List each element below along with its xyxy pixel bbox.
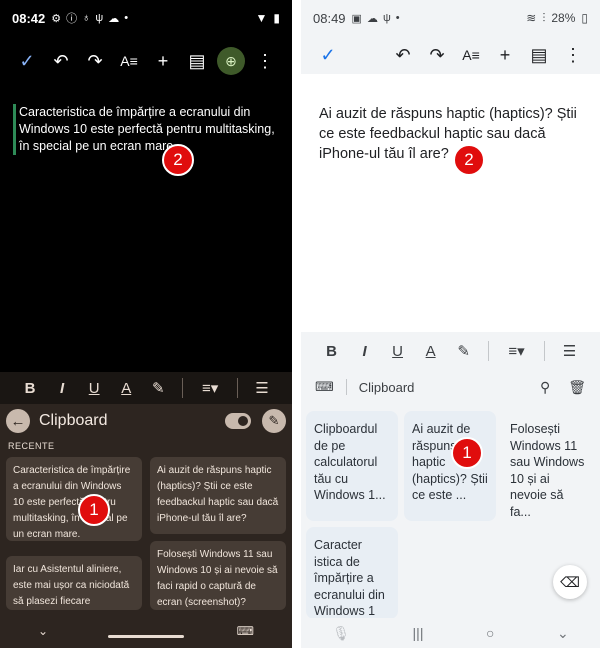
italic-button[interactable]: I xyxy=(348,343,381,360)
bulb-icon: ♁ xyxy=(82,12,91,24)
delete-icon[interactable]: 🗑 xyxy=(568,379,586,396)
done-check-icon[interactable]: ✓ xyxy=(311,38,345,72)
text-format-icon[interactable]: A≡ xyxy=(454,38,488,72)
callout-badge-2: 2 xyxy=(453,144,485,176)
comment-icon[interactable]: ▤ xyxy=(180,44,214,78)
align-dropdown[interactable]: ≡▾ xyxy=(497,342,536,360)
info-icon: ⓘ xyxy=(66,13,78,25)
document-body[interactable]: Caracteristica de împărțire a ecranului … xyxy=(0,104,292,155)
document-body[interactable]: Ai auzit de răspuns haptic (haptics)? Șt… xyxy=(301,104,600,164)
editor-toolbar: ✓ ↶ ↷ A≡ + ▤ ⋮ xyxy=(301,36,600,74)
home-icon[interactable]: ○ xyxy=(486,625,494,641)
clipboard-item[interactable]: Ai auzit de răspuns haptic (haptics)? Șt… xyxy=(150,457,286,534)
clipboard-title: Clipboard xyxy=(358,379,415,395)
home-indicator[interactable] xyxy=(108,635,184,638)
more-options-icon[interactable]: ⋮ xyxy=(248,44,282,78)
status-bar: 08:49 ▣ ☁ ψ • ≋ ⫶ 28% ▯ xyxy=(301,0,600,36)
keyboard-icon[interactable]: ⌨ xyxy=(237,624,254,638)
clipboard-header: ⌨ Clipboard ⚲ 🗑 xyxy=(301,372,600,402)
callout-badge-2: 2 xyxy=(162,144,194,176)
callout-badge-1: 1 xyxy=(451,437,483,469)
battery-icon: ▮ xyxy=(273,11,280,25)
clipboard-item[interactable]: Caracter istica de împărțire a ecranului… xyxy=(306,527,398,619)
redo-icon[interactable]: ↷ xyxy=(78,44,112,78)
underline-button[interactable]: U xyxy=(78,380,110,397)
list-icon[interactable]: ☰ xyxy=(553,342,586,360)
list-icon[interactable]: ☰ xyxy=(246,379,278,397)
back-chevron-icon[interactable]: ⌄ xyxy=(557,625,569,642)
clipboard-toggle[interactable] xyxy=(225,413,251,429)
text-format-icon[interactable]: A≡ xyxy=(112,44,146,78)
status-time: 08:42 xyxy=(12,10,46,26)
battery-percent: 28% xyxy=(551,11,576,25)
highlight-icon[interactable]: ✎ xyxy=(142,379,174,397)
clipboard-title: Clipboard xyxy=(39,412,108,429)
format-bar: B I U A ✎ ≡▾ ☰ xyxy=(0,372,292,404)
pin-icon[interactable]: ⚲ xyxy=(540,379,550,396)
cloud-icon: ☁ xyxy=(108,12,120,25)
recent-section-label: RECENTE xyxy=(8,441,55,451)
edit-pencil-icon[interactable]: ✎ xyxy=(262,409,286,433)
italic-button[interactable]: I xyxy=(46,380,78,397)
battery-icon: ▯ xyxy=(581,11,588,25)
gallery-icon: ▣ xyxy=(351,12,362,25)
status-time: 08:49 xyxy=(313,10,346,26)
document-text: Ai auzit de răspuns haptic (haptics)? Șt… xyxy=(319,106,577,162)
done-check-icon[interactable]: ✓ xyxy=(10,44,44,78)
wifi-icon: ▼ xyxy=(255,11,268,25)
divider xyxy=(292,0,301,648)
settings-icon: ⚙ xyxy=(51,12,62,25)
keyboard-icon[interactable]: ⌨ xyxy=(315,379,334,395)
microphone-icon[interactable]: 🎙 xyxy=(332,625,350,642)
clipboard-header: ← Clipboard ✎ xyxy=(0,404,292,438)
status-icons: ⚙ ⓘ ♁ ψ ☁ • xyxy=(51,10,128,26)
usb-icon: ψ xyxy=(95,12,104,24)
nav-bar: ⌄ ⌨ xyxy=(0,614,292,648)
more-options-icon[interactable]: ⋮ xyxy=(556,38,590,72)
cloud-icon: ☁ xyxy=(366,12,378,25)
add-person-icon[interactable]: ⊕ xyxy=(214,44,248,78)
text-color-button[interactable]: A xyxy=(414,343,447,360)
clipboard-item[interactable]: Iar cu Asistentul aliniere, este mai ușo… xyxy=(6,556,142,610)
undo-icon[interactable]: ↶ xyxy=(44,44,78,78)
wifi-icon: ≋ xyxy=(526,11,537,25)
undo-icon[interactable]: ↶ xyxy=(386,38,420,72)
nav-bar: 🎙 ||| ○ ⌄ xyxy=(301,618,600,648)
left-phone-screenshot: 08:42 ⚙ ⓘ ♁ ψ ☁ • ▼ ▮ ✓ ↶ ↷ A≡ + ▤ ⊕ ⋮ C… xyxy=(0,0,292,648)
right-phone-screenshot: 08:49 ▣ ☁ ψ • ≋ ⫶ 28% ▯ ✓ ↶ ↷ A≡ + ▤ ⋮ A… xyxy=(301,0,600,648)
document-text: Caracteristica de împărțire a ecranului … xyxy=(13,104,292,155)
backspace-icon[interactable]: ⌫ xyxy=(553,565,587,599)
align-dropdown[interactable]: ≡▾ xyxy=(191,379,229,397)
status-bar: 08:42 ⚙ ⓘ ♁ ψ ☁ • ▼ ▮ xyxy=(0,0,292,36)
callout-badge-1: 1 xyxy=(78,494,110,526)
underline-button[interactable]: U xyxy=(381,343,414,360)
clipboard-item[interactable]: Ai auzit de răspuns haptic (haptics)? Șt… xyxy=(404,411,496,521)
back-arrow-icon[interactable]: ← xyxy=(6,409,30,433)
add-icon[interactable]: + xyxy=(488,38,522,72)
signal-icon: ⫶ xyxy=(542,10,546,25)
highlight-icon[interactable]: ✎ xyxy=(447,342,480,360)
hide-keyboard-icon[interactable]: ⌄ xyxy=(38,624,48,638)
clipboard-item[interactable]: Clipboardul de pe calculatorul tău cu Wi… xyxy=(306,411,398,521)
usb-icon: ψ xyxy=(382,12,391,24)
bold-button[interactable]: B xyxy=(315,343,348,360)
recents-icon[interactable]: ||| xyxy=(413,625,424,641)
clipboard-item[interactable]: Caracteristica de împărțire a ecranului … xyxy=(6,457,142,541)
editor-toolbar: ✓ ↶ ↷ A≡ + ▤ ⊕ ⋮ xyxy=(0,38,292,84)
clipboard-item[interactable]: Folosești Windows 11 sau Windows 10 și a… xyxy=(502,411,594,521)
dot-icon: • xyxy=(395,12,400,24)
add-icon[interactable]: + xyxy=(146,44,180,78)
redo-icon[interactable]: ↷ xyxy=(420,38,454,72)
bold-button[interactable]: B xyxy=(14,380,46,397)
comment-icon[interactable]: ▤ xyxy=(522,38,556,72)
format-bar: B I U A ✎ ≡▾ ☰ xyxy=(301,334,600,368)
clipboard-item[interactable]: Folosești Windows 11 sau Windows 10 și a… xyxy=(150,541,286,610)
text-color-button[interactable]: A xyxy=(110,380,142,397)
dot-icon: • xyxy=(124,12,129,24)
